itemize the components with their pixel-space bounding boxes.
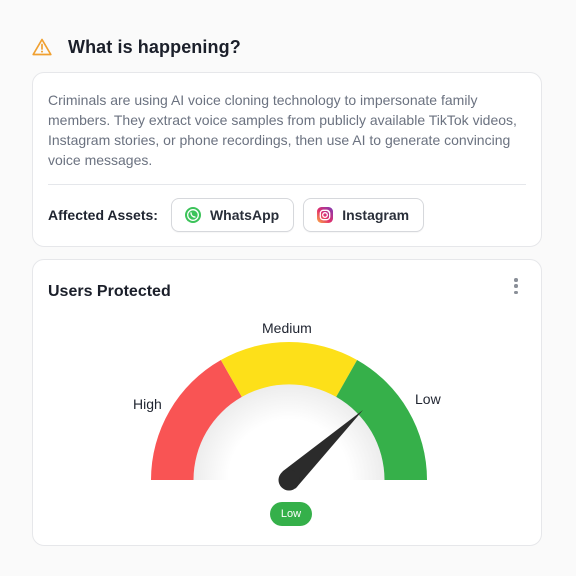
affected-assets: Affected Assets: WhatsApp Instagram [48, 197, 433, 233]
divider [48, 184, 526, 185]
instagram-icon [317, 207, 334, 223]
status-badge: Low [270, 502, 312, 526]
gauge-needle-hub [278, 469, 300, 491]
description-text: Criminals are using AI voice cloning tec… [48, 92, 517, 168]
section-title: What is happening? [68, 36, 241, 57]
gauge-card: Users Protected Medium High Low Low [32, 259, 542, 546]
asset-chip-instagram[interactable]: Instagram [303, 198, 425, 232]
whatsapp-icon [184, 207, 201, 223]
asset-label: WhatsApp [209, 207, 280, 223]
section-header: What is happening? [32, 34, 241, 60]
warning-icon [32, 38, 52, 56]
info-card: Criminals are using AI voice cloning tec… [32, 72, 542, 247]
asset-label: Instagram [342, 207, 410, 223]
gauge-label-low: Low [415, 391, 441, 407]
gauge-label-high: High [133, 396, 162, 412]
gauge-label-medium: Medium [262, 320, 312, 336]
assets-label: Affected Assets: [48, 207, 158, 223]
asset-chip-whatsapp[interactable]: WhatsApp [170, 198, 295, 232]
